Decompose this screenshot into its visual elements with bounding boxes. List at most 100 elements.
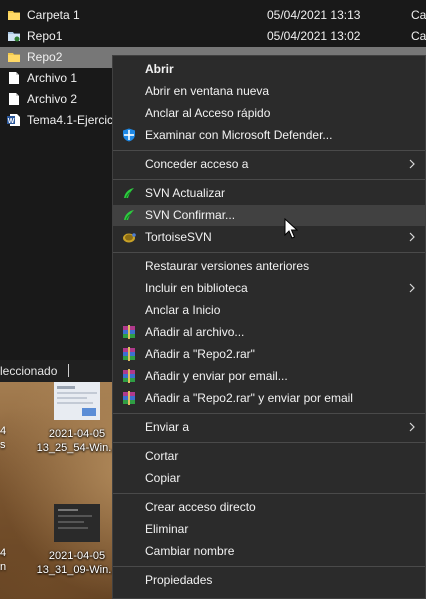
menu-item-tortoisesvn[interactable]: TortoiseSVN (113, 227, 425, 248)
desktop-icon-label-line1: 2021-04-05 (48, 550, 106, 562)
desktop-icon-label-line2: 13_25_54-Win... (36, 442, 118, 454)
menu-item-label: Añadir al archivo... (145, 325, 245, 339)
chevron-right-icon (409, 232, 415, 242)
menu-item-propiedades[interactable]: Propiedades (113, 570, 425, 591)
menu-item-anadir-repo2-rar[interactable]: Añadir a "Repo2.rar" (113, 344, 425, 365)
desktop-edge-text: 4 (0, 547, 7, 559)
menu-item-label: Examinar con Microsoft Defender... (145, 128, 333, 142)
menu-item-label: Añadir a "Repo2.rar" (145, 347, 255, 361)
folder-icon (8, 11, 20, 20)
menu-item-enviar-a[interactable]: Enviar a (113, 417, 425, 438)
word-document-icon: W (7, 114, 20, 126)
chevron-right-icon (409, 422, 415, 432)
document-icon (9, 72, 19, 84)
menu-item-anclar-acceso-rapido[interactable]: Anclar al Acceso rápido (113, 103, 425, 124)
folder-icon (8, 53, 20, 62)
file-type: Ca (411, 8, 426, 22)
file-name: Archivo 1 (27, 71, 78, 85)
context-menu: Abrir Abrir en ventana nueva Anclar al A… (112, 55, 426, 599)
defender-shield-icon (123, 128, 135, 142)
menu-item-label: Cambiar nombre (145, 544, 235, 558)
menu-separator (113, 252, 425, 253)
desktop-icon-label-line1: 2021-04-05 (48, 428, 106, 440)
menu-item-anadir-enviar-email[interactable]: Añadir y enviar por email... (113, 366, 425, 387)
svn-commit-icon (124, 210, 134, 221)
svg-text:W: W (8, 118, 15, 125)
menu-item-label: Añadir a "Repo2.rar" y enviar por email (145, 391, 353, 405)
file-date: 05/04/2021 13:13 (267, 8, 361, 22)
desktop-icon-label: 2021-04-05 13_31_09-Win... (32, 549, 122, 577)
menu-item-anadir-repo2-rar-email[interactable]: Añadir a "Repo2.rar" y enviar por email (113, 388, 425, 409)
menu-item-incluir-biblioteca[interactable]: Incluir en biblioteca (113, 278, 425, 299)
menu-separator (113, 179, 425, 180)
file-name: Tema4.1-Ejercic (27, 113, 114, 127)
menu-item-label: SVN Actualizar (145, 186, 226, 200)
menu-item-crear-acceso-directo[interactable]: Crear acceso directo (113, 497, 425, 518)
file-name: Carpeta 1 (27, 8, 80, 22)
menu-item-label: Eliminar (145, 522, 189, 536)
file-row-carpeta-1[interactable]: Carpeta 1 05/04/2021 13:13 Ca (0, 5, 426, 26)
menu-item-label: TortoiseSVN (145, 230, 212, 244)
menu-separator (113, 442, 425, 443)
menu-item-label: Crear acceso directo (145, 500, 256, 514)
menu-item-svn-confirmar[interactable]: SVN Confirmar... (113, 205, 425, 226)
file-type: Ca (411, 29, 426, 43)
menu-separator (113, 566, 425, 567)
file-name: Repo1 (27, 29, 63, 43)
menu-item-cambiar-nombre[interactable]: Cambiar nombre (113, 541, 425, 562)
desktop-icon-label: 2021-04-05 13_25_54-Win... (32, 427, 122, 455)
menu-separator (113, 493, 425, 494)
menu-item-label: Añadir y enviar por email... (145, 369, 288, 383)
menu-item-cortar[interactable]: Cortar (113, 446, 425, 467)
winrar-icon (123, 347, 135, 361)
desktop-edge-text: s (0, 439, 6, 451)
chevron-right-icon (409, 159, 415, 169)
svn-update-icon (124, 188, 134, 199)
menu-separator (113, 413, 425, 414)
menu-item-label: Abrir (145, 62, 174, 76)
file-date: 05/04/2021 13:02 (267, 29, 361, 43)
menu-item-abrir[interactable]: Abrir (113, 59, 425, 80)
image-thumbnail-icon (54, 382, 100, 420)
menu-item-anadir-archivo[interactable]: Añadir al archivo... (113, 322, 425, 343)
mouse-cursor-icon (284, 218, 298, 239)
menu-item-copiar[interactable]: Copiar (113, 468, 425, 489)
menu-item-label: Anclar a Inicio (145, 303, 221, 317)
file-name: Archivo 2 (27, 92, 78, 106)
desktop-edge-text: n (0, 561, 7, 573)
menu-item-label: Restaurar versiones anteriores (145, 259, 310, 273)
menu-item-label: Cortar (145, 449, 179, 463)
menu-item-abrir-ventana-nueva[interactable]: Abrir en ventana nueva (113, 81, 425, 102)
menu-item-eliminar[interactable]: Eliminar (113, 519, 425, 540)
document-icon (9, 93, 19, 105)
desktop-icon-screenshot-1[interactable]: 2021-04-05 13_25_54-Win... (32, 382, 122, 455)
menu-item-label: Conceder acceso a (145, 157, 249, 171)
winrar-icon (123, 325, 135, 339)
menu-item-conceder-acceso[interactable]: Conceder acceso a (113, 154, 425, 175)
menu-item-label: Copiar (145, 471, 181, 485)
status-separator (68, 364, 69, 377)
menu-item-svn-actualizar[interactable]: SVN Actualizar (113, 183, 425, 204)
menu-item-label: SVN Confirmar... (145, 208, 236, 222)
chevron-right-icon (409, 283, 415, 293)
menu-item-label: Abrir en ventana nueva (145, 84, 270, 98)
menu-separator (113, 150, 425, 151)
menu-item-label: Incluir en biblioteca (145, 281, 248, 295)
menu-item-anclar-inicio[interactable]: Anclar a Inicio (113, 300, 425, 321)
menu-item-examinar-defender[interactable]: Examinar con Microsoft Defender... (113, 125, 425, 146)
desktop-edge-text: 4 (0, 425, 7, 437)
file-name: Repo2 (27, 50, 63, 64)
desktop-icon-screenshot-2[interactable]: 2021-04-05 13_31_09-Win... (32, 504, 122, 577)
menu-item-restaurar-versiones[interactable]: Restaurar versiones anteriores (113, 256, 425, 277)
menu-item-label: Enviar a (145, 420, 190, 434)
file-row-repo1[interactable]: Repo1 05/04/2021 13:02 Ca (0, 26, 426, 47)
winrar-icon (123, 369, 135, 383)
selection-status-text: leccionado (0, 364, 58, 378)
repo-folder-icon (8, 32, 20, 42)
image-thumbnail-icon (54, 504, 100, 542)
menu-item-label: Propiedades (145, 573, 213, 587)
menu-item-label: Anclar al Acceso rápido (145, 106, 271, 120)
tortoisesvn-icon (123, 233, 136, 243)
desktop-icon-label-line2: 13_31_09-Win... (36, 564, 118, 576)
winrar-icon (123, 391, 135, 405)
